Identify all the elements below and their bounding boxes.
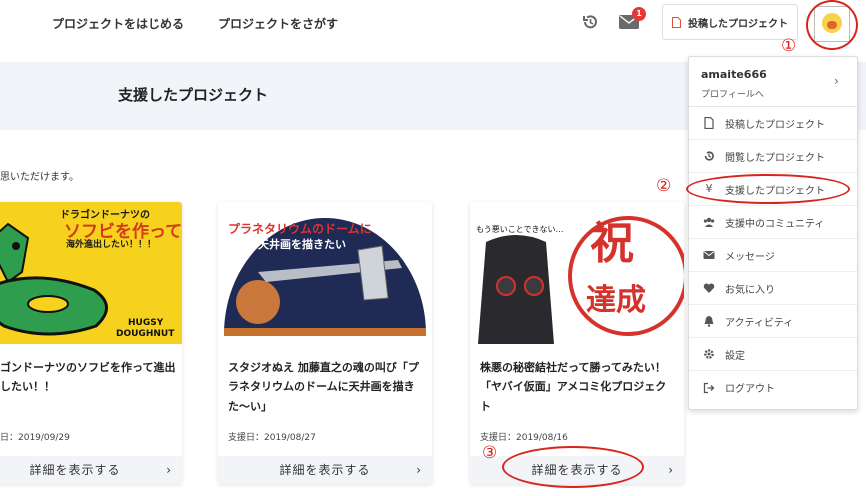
gear-icon: [704, 349, 714, 359]
thumbnail-text-line1: プラネタリウムのドームに: [228, 222, 372, 236]
project-title[interactable]: スタジオぬえ 加藤直之の魂の叫び「プラネタリウムのドームに天井画を描きた〜い」: [228, 358, 424, 416]
menu-item-label: 支援したプロジェクト: [725, 185, 825, 197]
support-date: 支援日：2019/08/27: [228, 433, 316, 443]
history-icon: [704, 151, 714, 161]
nav-find-project-link[interactable]: プロジェクトをさがす: [218, 15, 338, 32]
bell-icon: [704, 316, 714, 327]
menu-item-label: アクティビティ: [725, 317, 794, 329]
menu-item-messages[interactable]: メッセージ: [689, 239, 857, 272]
heart-icon: [703, 283, 715, 293]
envelope-icon: [703, 251, 715, 259]
project-thumbnail: ドラゴンドーナツの ソフビを作って 海外進出したい！！！ HUGSY DOUGH…: [0, 202, 182, 344]
show-details-button[interactable]: 詳細を表示する ›: [218, 456, 432, 484]
project-card[interactable]: もう悪いことできない… 祝 達成 株悪の秘密結社だって勝ってみたい！「ヤバイ仮面…: [470, 202, 684, 484]
thumbnail-text-line2: 天井画を描きたい: [258, 238, 346, 251]
avatar: [822, 13, 842, 33]
top-navigation: プロジェクトをはじめる プロジェクトをさがす 1 投稿したプロジェクト: [0, 0, 866, 46]
support-date: 支援日：2019/08/16: [480, 433, 568, 443]
menu-item-label: メッセージ: [725, 251, 775, 263]
show-details-button[interactable]: 詳細を表示する ›: [0, 456, 182, 484]
people-icon: [703, 217, 715, 227]
chevron-right-icon: ›: [416, 463, 422, 477]
project-thumbnail: プラネタリウムのドームに 天井画を描きたい: [218, 202, 432, 344]
project-title[interactable]: 株悪の秘密結社だって勝ってみたい！「ヤバイ仮面」アメコミ化プロジェクト: [480, 358, 676, 416]
thumbnail-text-line3: 海外進出したい！！！: [66, 240, 157, 250]
posted-projects-label: 投稿したプロジェクト: [688, 18, 788, 30]
menu-item-viewed-projects[interactable]: 閲覧したプロジェクト: [689, 140, 857, 173]
profile-link[interactable]: amaite666 プロフィールへ ›: [689, 57, 857, 107]
yen-icon: ¥: [705, 182, 713, 195]
menu-item-settings[interactable]: 設定: [689, 338, 857, 371]
annotation-number-1: ①: [781, 36, 797, 56]
thumbnail-caption: もう悪いことできない…: [476, 225, 564, 234]
menu-item-label: 支援中のコミュニティ: [725, 218, 825, 230]
menu-item-logout[interactable]: ログアウト: [689, 371, 857, 404]
profile-link-label: プロフィールへ: [701, 90, 764, 100]
page-title: 支援したプロジェクト: [118, 86, 269, 104]
username: amaite666: [701, 68, 767, 81]
project-card[interactable]: ドラゴンドーナツの ソフビを作って 海外進出したい！！！ HUGSY DOUGH…: [0, 202, 182, 484]
document-icon: [672, 16, 681, 28]
show-details-label: 詳細を表示する: [279, 463, 371, 477]
posted-projects-button[interactable]: 投稿したプロジェクト: [662, 4, 798, 40]
history-icon[interactable]: [581, 13, 599, 31]
menu-item-label: 投稿したプロジェクト: [725, 119, 825, 131]
thumbnail-stamp-sub: 達成: [586, 283, 646, 318]
user-avatar-button[interactable]: [814, 6, 850, 42]
menu-item-label: 設定: [725, 350, 745, 362]
menu-item-favorites[interactable]: お気に入り: [689, 272, 857, 305]
annotation-number-3: ③: [482, 443, 498, 463]
thumbnail-brand-line2: DOUGHNUT: [116, 329, 175, 339]
unread-count-badge: 1: [632, 7, 646, 21]
menu-item-label: ログアウト: [725, 384, 775, 395]
chevron-right-icon: ›: [166, 463, 172, 477]
show-details-button[interactable]: 詳細を表示する ›: [470, 456, 684, 484]
show-details-label: 詳細を表示する: [29, 463, 121, 477]
nav-start-project-link[interactable]: プロジェクトをはじめる: [52, 15, 184, 32]
project-thumbnail: もう悪いことできない… 祝 達成: [470, 202, 684, 344]
menu-item-communities[interactable]: 支援中のコミュニティ: [689, 206, 857, 239]
thumbnail-brand-line1: HUGSY: [128, 318, 164, 328]
menu-item-posted-projects[interactable]: 投稿したプロジェクト: [689, 107, 857, 140]
menu-item-label: 閲覧したプロジェクト: [725, 152, 825, 164]
annotation-number-2: ②: [656, 176, 672, 196]
menu-item-activity[interactable]: アクティビティ: [689, 305, 857, 338]
account-dropdown-menu: amaite666 プロフィールへ › 投稿したプロジェクト 閲覧したプロジェク…: [688, 56, 858, 410]
project-card[interactable]: プラネタリウムのドームに 天井画を描きたい スタジオぬえ 加藤直之の魂の叫び「プ…: [218, 202, 432, 484]
support-date: 日：2019/09/29: [0, 433, 70, 443]
intro-text: 思いただけます。: [0, 172, 79, 183]
menu-item-supported-projects[interactable]: ¥ 支援したプロジェクト: [689, 173, 857, 206]
thumbnail-stamp-main: 祝: [590, 218, 634, 269]
project-title[interactable]: ゴンドーナツのソフビを作って進出したい！！: [0, 358, 176, 397]
logout-icon: [703, 382, 715, 393]
chevron-right-icon: ›: [834, 74, 839, 88]
document-icon: [704, 117, 714, 129]
chevron-right-icon: ›: [668, 463, 674, 477]
menu-item-label: お気に入り: [725, 284, 775, 296]
show-details-label: 詳細を表示する: [531, 463, 623, 477]
